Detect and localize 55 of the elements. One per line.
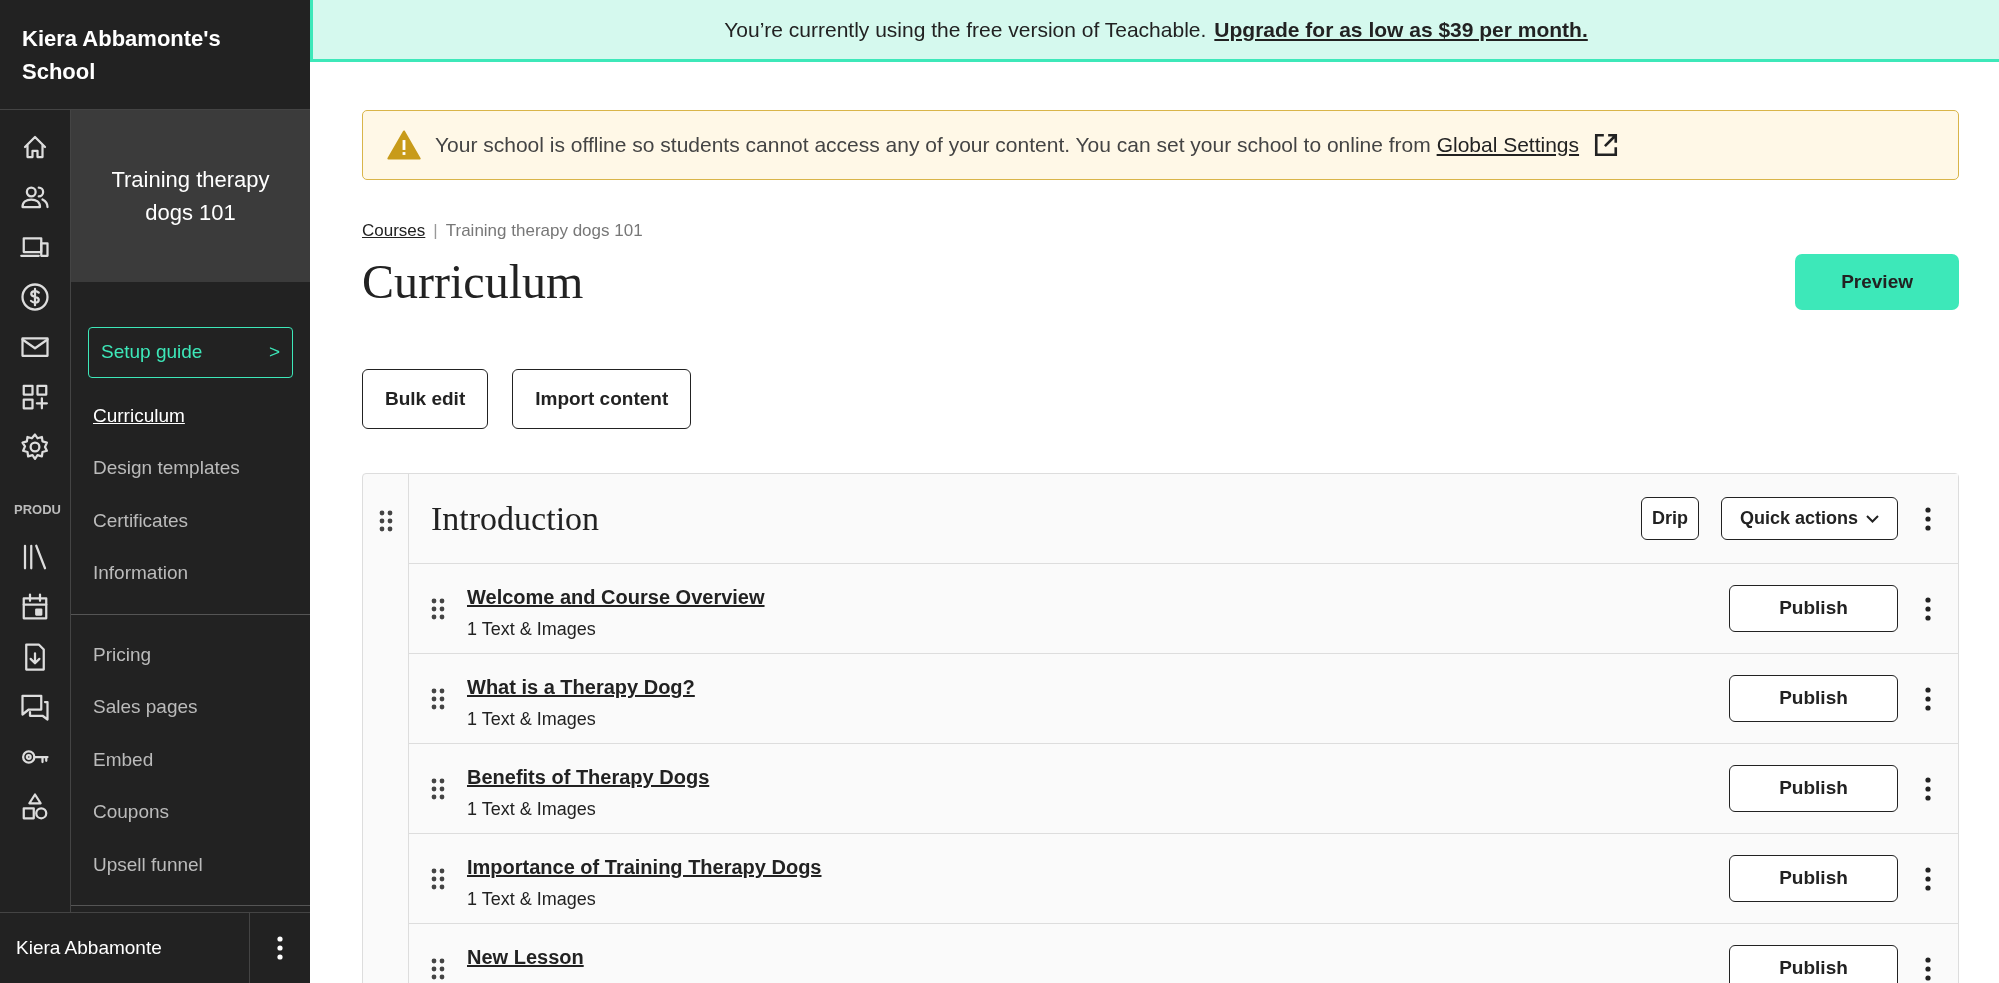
upgrade-link[interactable]: Upgrade for as low as $39 per month. <box>1214 13 1588 46</box>
section-title: Introduction <box>431 499 601 540</box>
shapes-icon[interactable] <box>20 791 50 822</box>
drag-handle-icon[interactable] <box>431 867 445 890</box>
settings-icon[interactable] <box>20 432 50 462</box>
course-title: Training therapy dogs 101 <box>71 110 310 282</box>
dollar-icon[interactable] <box>20 282 50 312</box>
breadcrumb-current: Training therapy dogs 101 <box>445 219 643 242</box>
nav-item[interactable]: Coupons <box>71 786 310 839</box>
quick-actions-button[interactable]: Quick actions <box>1720 497 1898 541</box>
action-button[interactable]: Import content <box>512 368 692 430</box>
publish-button[interactable]: Publish <box>1729 855 1898 902</box>
nav-item[interactable]: Upsell funnel <box>71 838 310 891</box>
drag-handle-icon[interactable] <box>431 957 445 980</box>
global-settings-link[interactable]: Global Settings <box>1436 133 1580 156</box>
lesson-link[interactable]: Welcome and Course Overview <box>467 582 1707 613</box>
banner-text: You’re currently using the free version of Teachable. <box>724 16 1207 43</box>
lesson-meta: 1 Text & Images <box>467 798 597 822</box>
drag-handle-icon[interactable] <box>378 510 393 533</box>
breadcrumb-link[interactable]: Courses <box>362 217 426 243</box>
nav-item[interactable]: Sales pages <box>71 681 310 734</box>
nav-item[interactable]: Embed <box>71 733 310 786</box>
lesson-link[interactable]: New Lesson <box>467 942 1707 973</box>
nav-item[interactable]: Curriculum <box>71 389 310 442</box>
drag-handle-icon[interactable] <box>431 687 445 710</box>
nav-item[interactable]: Design templates <box>71 442 310 495</box>
preview-button[interactable]: Preview <box>1795 253 1959 311</box>
publish-button[interactable]: Publish <box>1729 585 1898 632</box>
page-title: Curriculum <box>362 254 584 310</box>
publish-button[interactable]: Publish <box>1729 675 1898 722</box>
user-name: Kiera Abbamonte <box>16 935 162 960</box>
lesson-meta: 1 Text & Images <box>467 888 597 912</box>
publish-button[interactable]: Publish <box>1729 945 1898 983</box>
alert-text: Your school is offline so students cannot access any of your content. You can set your school to online from Global Settings <box>435 132 1580 158</box>
external-link-icon <box>1593 131 1620 158</box>
warning-icon <box>387 129 421 160</box>
drag-handle-icon[interactable] <box>431 597 445 620</box>
section-label: PRODU <box>13 501 61 519</box>
lesson-link[interactable]: Importance of Training Therapy Dogs <box>467 852 1707 883</box>
action-button[interactable]: Bulk edit <box>362 368 489 430</box>
nav-item[interactable]: Certificates <box>71 494 310 547</box>
lesson-link[interactable]: Benefits of Therapy Dogs <box>467 762 1707 793</box>
lesson-meta: 1 Text & Images <box>467 708 597 732</box>
nav-item[interactable]: Pricing <box>71 628 310 681</box>
calendar-icon[interactable] <box>20 591 50 622</box>
apps-icon[interactable] <box>20 382 50 412</box>
breadcrumb-separator: | <box>433 219 438 242</box>
drag-handle-icon[interactable] <box>431 777 445 800</box>
caret-icon <box>1866 514 1879 523</box>
drip-button[interactable]: Drip <box>1640 497 1699 541</box>
lesson-meta: 1 Text & Images <box>467 618 597 642</box>
nav-item[interactable]: Information <box>71 547 310 600</box>
publish-button[interactable]: Publish <box>1729 765 1898 812</box>
setup-guide-button[interactable]: Setup guide > <box>88 327 293 378</box>
lesson-link[interactable]: What is a Therapy Dog? <box>467 672 1707 703</box>
